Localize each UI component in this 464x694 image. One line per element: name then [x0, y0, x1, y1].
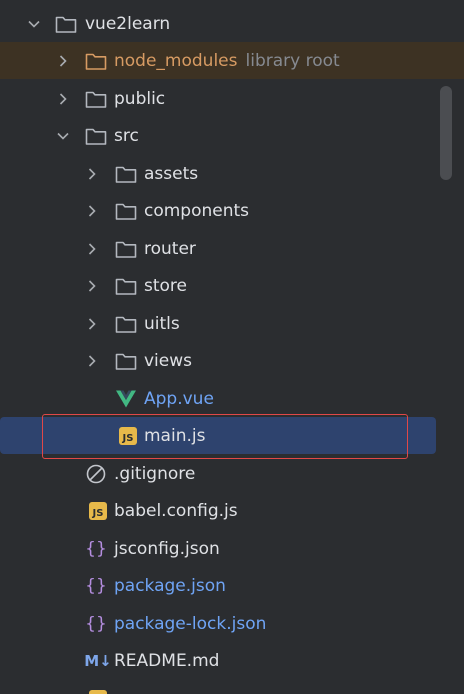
tree-item-label: package.json — [114, 575, 226, 596]
tree-item-vue2learn[interactable]: vue2learn — [0, 5, 464, 42]
tree-item-label: babel.config.js — [114, 500, 238, 521]
javascript-file-icon: JS — [117, 425, 139, 447]
chevron-right-icon[interactable] — [56, 54, 70, 68]
tree-item-readme[interactable]: M↓ README.md — [0, 642, 464, 679]
tree-item-app-vue[interactable]: App.vue — [0, 380, 464, 417]
tree-item-label: package-lock.json — [114, 613, 267, 634]
tree-item-label: public — [114, 88, 166, 109]
chevron-right-icon[interactable] — [85, 242, 99, 256]
folder-icon — [55, 13, 77, 35]
tree-item-components[interactable]: components — [0, 192, 464, 229]
tree-item-node-modules[interactable]: node_modules library root — [0, 42, 464, 79]
json-file-icon: {} — [85, 613, 107, 634]
tree-item-label-wrap: node_modules library root — [114, 51, 340, 71]
chevron-down-icon[interactable] — [56, 129, 70, 143]
tree-item-partial[interactable] — [0, 680, 464, 694]
chevron-right-icon[interactable] — [85, 317, 99, 331]
library-root-hint: library root — [245, 50, 340, 71]
folder-icon — [85, 88, 107, 110]
chevron-down-icon[interactable] — [27, 17, 41, 31]
tree-item-gitignore[interactable]: .gitignore — [0, 455, 464, 492]
folder-icon — [115, 200, 137, 222]
markdown-file-icon: M↓ — [84, 651, 112, 670]
tree-item-package-lock[interactable]: {} package-lock.json — [0, 605, 464, 642]
tree-item-label: views — [144, 350, 193, 371]
tree-item-label: vue2learn — [85, 13, 171, 34]
tree-item-label: store — [144, 275, 187, 296]
tree-item-label: main.js — [144, 425, 206, 446]
js-badge — [89, 689, 107, 694]
folder-icon — [115, 275, 137, 297]
chevron-right-icon[interactable] — [85, 167, 99, 181]
tree-item-label: App.vue — [144, 388, 214, 409]
tree-item-label: uitls — [144, 313, 180, 334]
tree-item-label: src — [114, 125, 139, 146]
project-tree: vue2learn node_modules library root publi… — [0, 0, 464, 694]
tree-item-router[interactable]: router — [0, 230, 464, 267]
vue-logo-icon — [115, 388, 137, 410]
json-file-icon: {} — [85, 575, 107, 596]
ignored-file-icon — [85, 463, 107, 485]
tree-item-label: node_modules — [114, 50, 238, 71]
tree-item-views[interactable]: views — [0, 342, 464, 379]
scrollbar-thumb[interactable] — [440, 86, 452, 180]
tree-item-package-json[interactable]: {} package.json — [0, 567, 464, 604]
js-badge: JS — [89, 501, 107, 520]
folder-icon — [115, 313, 137, 335]
folder-icon — [85, 125, 107, 147]
excluded-folder-icon — [85, 50, 107, 72]
tree-item-public[interactable]: public — [0, 80, 464, 117]
tree-item-label: router — [144, 238, 196, 259]
folder-icon — [115, 163, 137, 185]
tree-item-store[interactable]: store — [0, 267, 464, 304]
tree-item-label: jsconfig.json — [114, 538, 220, 559]
tree-item-assets[interactable]: assets — [0, 155, 464, 192]
folder-icon — [115, 350, 137, 372]
js-badge: JS — [119, 426, 137, 445]
chevron-right-icon[interactable] — [56, 92, 70, 106]
tree-item-label: README.md — [114, 650, 220, 671]
javascript-file-icon: JS — [87, 500, 109, 522]
chevron-right-icon[interactable] — [85, 279, 99, 293]
json-file-icon: {} — [85, 538, 107, 559]
tree-item-label: assets — [144, 163, 199, 184]
tree-item-label: components — [144, 200, 250, 221]
tree-item-label: .gitignore — [114, 463, 196, 484]
tree-item-babel-config[interactable]: JS babel.config.js — [0, 492, 464, 529]
folder-icon — [115, 238, 137, 260]
chevron-right-icon[interactable] — [85, 204, 99, 218]
tree-item-jsconfig[interactable]: {} jsconfig.json — [0, 530, 464, 567]
tree-item-main-js[interactable]: JS main.js — [0, 417, 436, 454]
tree-item-uitls[interactable]: uitls — [0, 305, 464, 342]
tree-item-src[interactable]: src — [0, 117, 464, 154]
javascript-file-icon — [87, 688, 109, 694]
chevron-right-icon[interactable] — [85, 354, 99, 368]
